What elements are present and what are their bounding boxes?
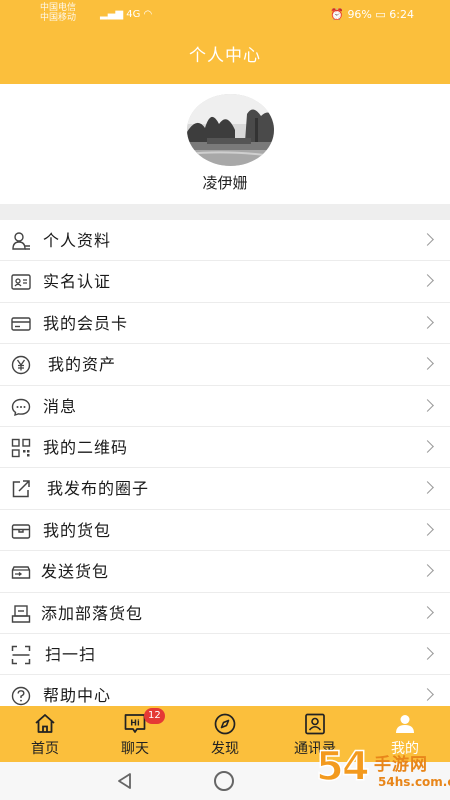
menu-label: 我的二维码 — [43, 437, 129, 457]
tab-label: 首页 — [31, 741, 59, 757]
section-divider — [0, 204, 450, 220]
menu-label: 我的会员卡 — [43, 313, 129, 333]
unread-badge: 12 — [144, 708, 165, 724]
watermark-text: 手游网 — [374, 755, 428, 775]
tab-discover[interactable]: 发现 — [180, 706, 270, 762]
svg-text:Hi: Hi — [130, 719, 140, 728]
menu-label: 个人资料 — [43, 231, 112, 250]
menu-label: 帮助中心 — [43, 686, 112, 706]
me-icon — [396, 715, 414, 733]
menu-item-my-package[interactable]: 我的货包 — [0, 510, 450, 552]
username: 凌伊姗 — [202, 174, 248, 192]
chevron-right-icon — [421, 688, 434, 702]
chevron-right-icon — [421, 233, 434, 246]
yen-icon — [11, 355, 31, 375]
contacts-icon — [305, 713, 325, 735]
tab-chat[interactable]: Hi 12 聊天 — [90, 706, 180, 762]
profile-section: 凌伊姗 — [0, 84, 450, 204]
menu-label: 实名认证 — [43, 272, 112, 292]
menu-item-verification[interactable]: 实名认证 — [0, 261, 450, 303]
avatar[interactable] — [187, 94, 274, 166]
watermark-number: 54 — [315, 743, 370, 791]
battery-percent: 96% — [347, 8, 372, 21]
menu-label: 我的货包 — [43, 520, 112, 540]
chevron-right-icon — [421, 564, 434, 577]
menu-list: 个人资料 实名认证 我的会员卡 我的资产 消息 我的二维码 我发布的圈子 我的货… — [0, 220, 450, 706]
scan-icon — [11, 645, 31, 665]
send-package-icon — [11, 566, 31, 579]
chevron-right-icon — [421, 522, 434, 536]
tab-label: 聊天 — [121, 741, 149, 757]
avatar-photo — [187, 94, 274, 166]
alarm-icon: ⏰ — [330, 8, 344, 21]
clock: 6:24 — [389, 8, 414, 21]
watermark-logo: 54 手游网 54hs.com.cn — [315, 742, 450, 800]
status-right: ⏰ 96% ▭ 6:24 — [330, 8, 414, 21]
menu-label: 我的资产 — [48, 355, 117, 375]
menu-item-add-tribe-package[interactable]: 添加部落货包 — [0, 593, 450, 634]
compass-icon — [214, 713, 236, 735]
menu-label: 发送货包 — [41, 562, 110, 582]
qrcode-icon — [11, 438, 31, 458]
message-icon — [11, 398, 31, 416]
menu-item-send-package[interactable]: 发送货包 — [0, 551, 450, 593]
header: 个人中心 — [0, 28, 450, 84]
menu-item-qrcode[interactable]: 我的二维码 — [0, 427, 450, 469]
menu-label: 扫一扫 — [45, 644, 97, 664]
home-icon — [35, 714, 55, 733]
status-bar: 中国电信 中国移动 ▂▄▆ 4G ◠ ⏰ 96% ▭ 6:24 — [0, 0, 450, 28]
chevron-right-icon — [421, 605, 434, 619]
menu-label: 我发布的圈子 — [47, 479, 150, 499]
chevron-right-icon — [421, 398, 434, 412]
add-package-icon — [11, 604, 31, 623]
page-title: 个人中心 — [189, 46, 261, 66]
chevron-right-icon — [421, 647, 434, 660]
carrier-line-2: 中国移动 — [40, 13, 77, 23]
menu-item-member-card[interactable]: 我的会员卡 — [0, 303, 450, 345]
menu-item-messages[interactable]: 消息 — [0, 386, 450, 427]
person-icon — [12, 232, 30, 250]
share-icon — [12, 480, 30, 498]
menu-item-my-circles[interactable]: 我发布的圈子 — [0, 468, 450, 510]
menu-item-scan[interactable]: 扫一扫 — [0, 634, 450, 676]
menu-item-help[interactable]: 帮助中心 — [0, 675, 450, 706]
menu-label: 添加部落货包 — [41, 603, 144, 623]
tab-home[interactable]: 首页 — [0, 706, 90, 762]
menu-item-profile[interactable]: 个人资料 — [0, 220, 450, 262]
chevron-right-icon — [421, 357, 434, 371]
battery-icon: ▭ — [375, 8, 386, 21]
carrier-line-1: 中国电信 — [40, 3, 77, 13]
watermark-url: 54hs.com.cn — [378, 775, 450, 789]
chevron-right-icon — [421, 274, 434, 288]
home-button-icon[interactable] — [214, 771, 234, 791]
tab-label: 发现 — [211, 741, 239, 757]
signal-icon: ▂▄▆ 4G ◠ — [100, 9, 153, 20]
chevron-right-icon — [421, 315, 434, 329]
help-icon — [11, 687, 31, 706]
carrier-info: 中国电信 中国移动 — [40, 3, 76, 23]
card-icon — [11, 317, 31, 331]
package-icon — [11, 524, 31, 539]
chevron-right-icon — [421, 481, 434, 495]
id-card-icon — [11, 274, 31, 291]
menu-label: 消息 — [43, 396, 78, 416]
back-icon[interactable] — [116, 772, 134, 790]
chevron-right-icon — [421, 440, 434, 453]
network-type: 4G — [126, 9, 141, 20]
menu-item-assets[interactable]: 我的资产 — [0, 344, 450, 386]
